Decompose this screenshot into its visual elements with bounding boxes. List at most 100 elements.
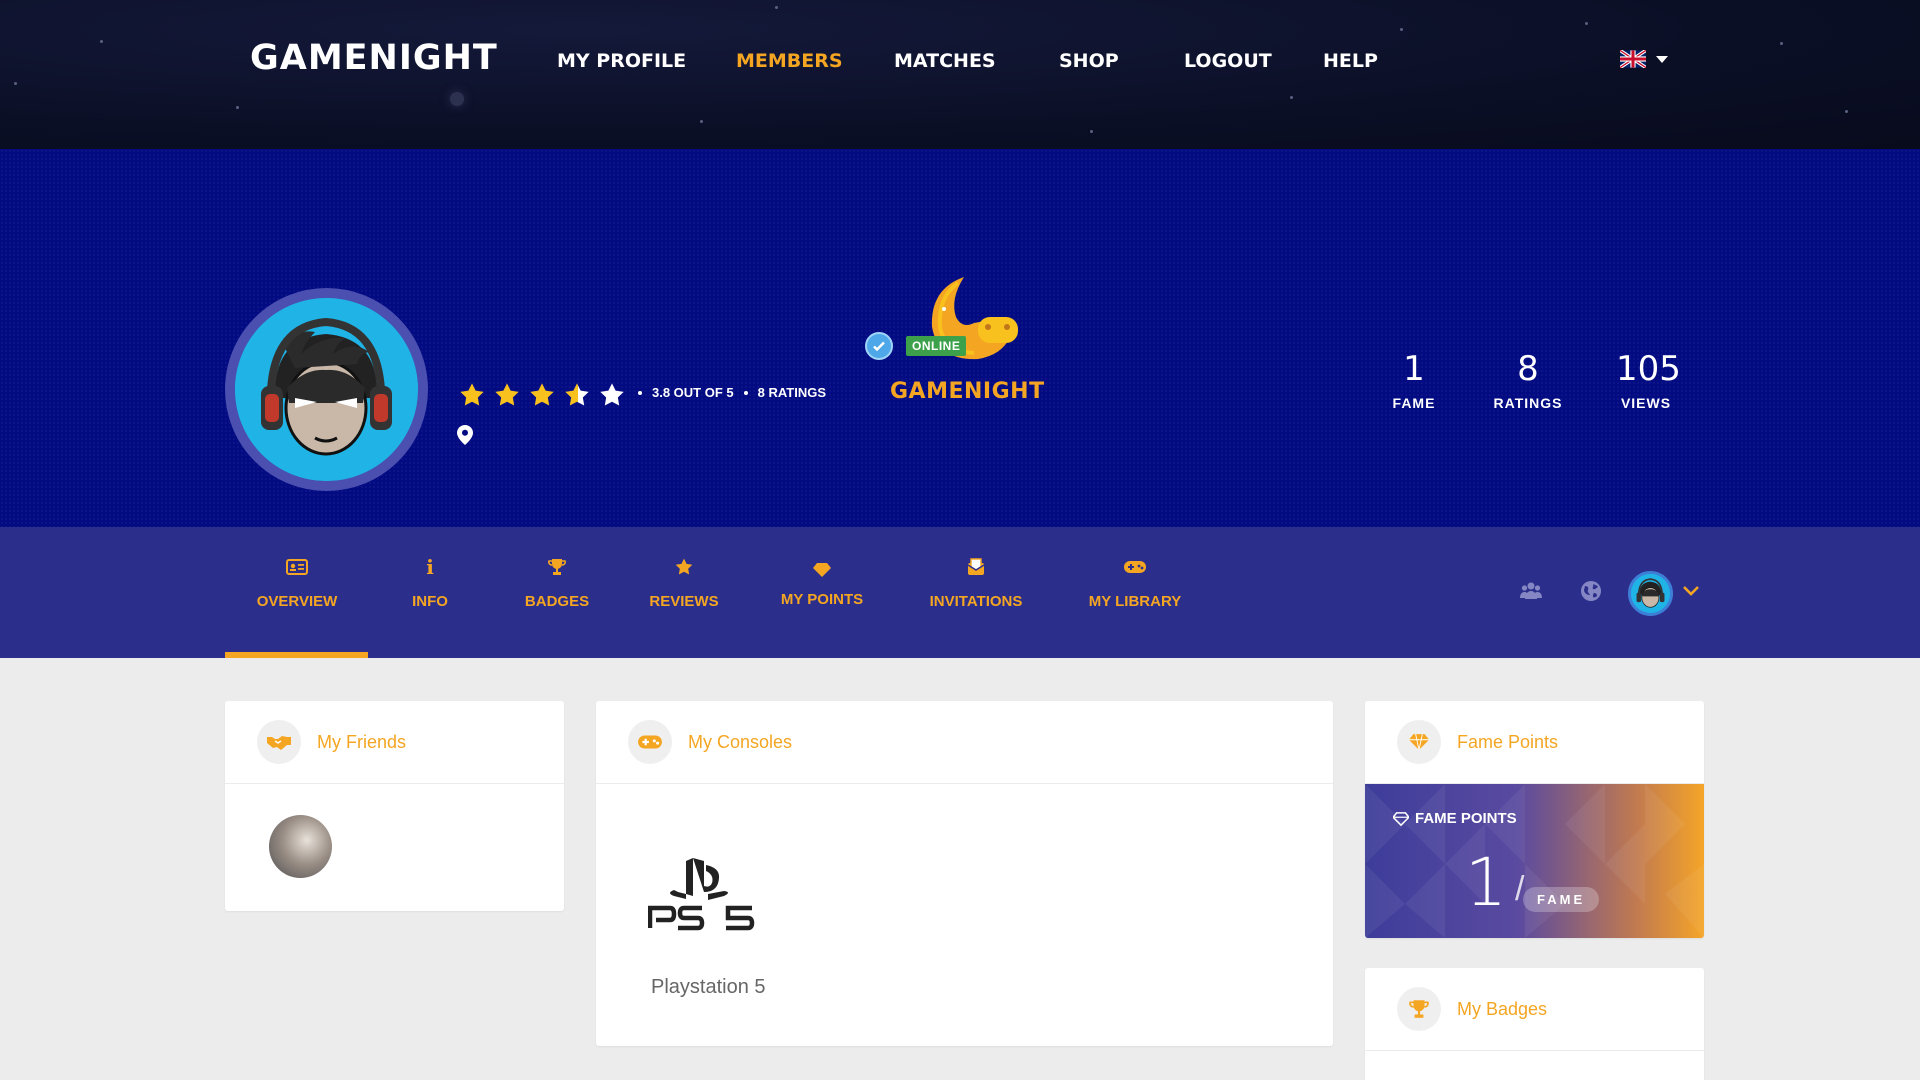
tab-label: REVIEWS [649,593,719,610]
handshake-icon [257,720,301,764]
friend-avatar[interactable] [269,815,332,878]
background-star [1090,130,1093,133]
profile-avatar[interactable] [225,288,428,491]
card-title: My Friends [317,731,407,752]
stat-label: FAME [1392,395,1436,411]
card-header: My Badges [1365,968,1704,1051]
verified-badge-icon [865,332,893,360]
nav-shop[interactable]: SHOP [1059,50,1119,72]
brand-wordmark: GAMENIGHT [890,379,1045,404]
gamepad-icon [1124,561,1146,573]
background-star [100,40,103,43]
card-header: Fame Points [1365,701,1704,784]
tab-invitations[interactable]: INVITATIONS [916,555,1036,610]
diamond-outline-icon [1393,811,1409,826]
nav-help[interactable]: HELP [1323,50,1378,72]
active-tab-indicator [225,652,368,658]
tab-info[interactable]: i INFO [370,555,490,610]
triangle-pattern [1365,784,1704,938]
background-star [700,120,703,123]
user-menu-avatar[interactable] [1628,571,1673,616]
background-star [236,106,239,109]
stat-value: 105 [1616,349,1681,389]
stat-value: 8 [1517,349,1539,389]
tab-my-library[interactable]: MY LIBRARY [1075,555,1195,610]
fame-banner-text: FAME POINTS [1415,810,1517,827]
tab-my-points[interactable]: MY POINTS [762,555,882,608]
rating-count-text: 8 RATINGS [757,385,827,400]
fame-unit-pill: FAME [1523,887,1600,912]
star-icon [460,383,484,406]
fame-points-value: 1 [1465,844,1507,921]
tab-label: INFO [412,593,448,610]
background-star [775,6,778,9]
tab-label: OVERVIEW [256,593,338,610]
fame-points-banner: FAME POINTS 1 / FAME [1365,784,1704,938]
nav-logout[interactable]: LOGOUT [1184,50,1272,72]
rating-score-text: 3.8 OUT OF 5 [652,385,734,400]
half-star-icon [565,383,589,406]
card-title: My Badges [1457,998,1548,1019]
diamond-icon [1397,720,1441,764]
card-header: My Consoles [596,701,1333,784]
separator-dot [638,390,642,395]
tab-label: MY POINTS [780,591,864,608]
group-icon[interactable] [1520,580,1542,600]
background-star [1400,28,1403,31]
rating-stars [458,381,626,409]
stat-label: RATINGS [1493,395,1563,411]
trophy-icon [548,559,566,575]
uk-flag-icon [1620,50,1646,68]
tab-overview[interactable]: OVERVIEW [237,555,357,610]
chevron-down-icon[interactable] [1682,585,1700,597]
info-icon: i [426,555,434,579]
star-icon [530,383,554,406]
star-icon [675,558,693,575]
nav-members[interactable]: MEMBERS [736,50,843,72]
tab-badges[interactable]: BADGES [497,555,617,610]
stat-label: VIEWS [1620,395,1672,411]
nav-my-profile[interactable]: MY PROFILE [557,50,686,72]
fame-banner-label: FAME POINTS [1393,810,1517,827]
stat-ratings: 8 RATINGS [1488,349,1568,411]
background-star [1845,110,1848,113]
tab-reviews[interactable]: REVIEWS [624,555,744,610]
tab-label: MY LIBRARY [1088,593,1182,610]
language-selector[interactable] [1620,50,1668,68]
gamer-avatar-illustration [1631,574,1670,613]
console-name: Playstation 5 [651,976,766,998]
gamenight-moon-logo [931,277,1018,360]
gamepad-icon [628,720,672,764]
background-star [1585,22,1588,25]
nav-matches[interactable]: MATCHES [894,50,996,72]
tab-label: INVITATIONS [929,593,1023,610]
online-status-badge: ONLINE [906,336,967,356]
background-star [14,82,17,85]
friends-card: My Friends [225,701,564,911]
background-star [1780,42,1783,45]
envelope-icon [967,558,985,575]
separator-dot [743,390,748,395]
stat-fame: 1 FAME [1389,349,1439,411]
diamond-icon [813,563,831,577]
site-logo[interactable]: GAMENIGHT [250,38,498,78]
ps5-logo-icon[interactable] [648,856,758,932]
gamer-avatar-illustration [235,298,418,481]
background-star [450,92,464,106]
profile-hero: 3.8 OUT OF 5 8 RATINGS ONLINE GAMENIGHT … [0,149,1920,527]
id-card-icon [286,559,308,575]
rating-summary: 3.8 OUT OF 5 8 RATINGS [638,385,826,400]
star-empty-icon [600,383,624,406]
card-header: My Friends [225,701,564,784]
badges-card: My Badges [1365,968,1704,1080]
profile-tabbar: OVERVIEW i INFO BADGES REVIEWS MY POINTS… [0,527,1920,658]
card-title: My Consoles [688,731,793,752]
tab-label: BADGES [524,593,590,610]
background-star [1290,96,1293,99]
globe-icon[interactable] [1580,580,1602,602]
consoles-card: My Consoles Playstation 5 [596,701,1333,1046]
trophy-icon [1397,987,1441,1031]
stat-value: 1 [1403,349,1425,389]
card-title: Fame Points [1457,731,1559,752]
caret-down-icon [1656,55,1668,63]
